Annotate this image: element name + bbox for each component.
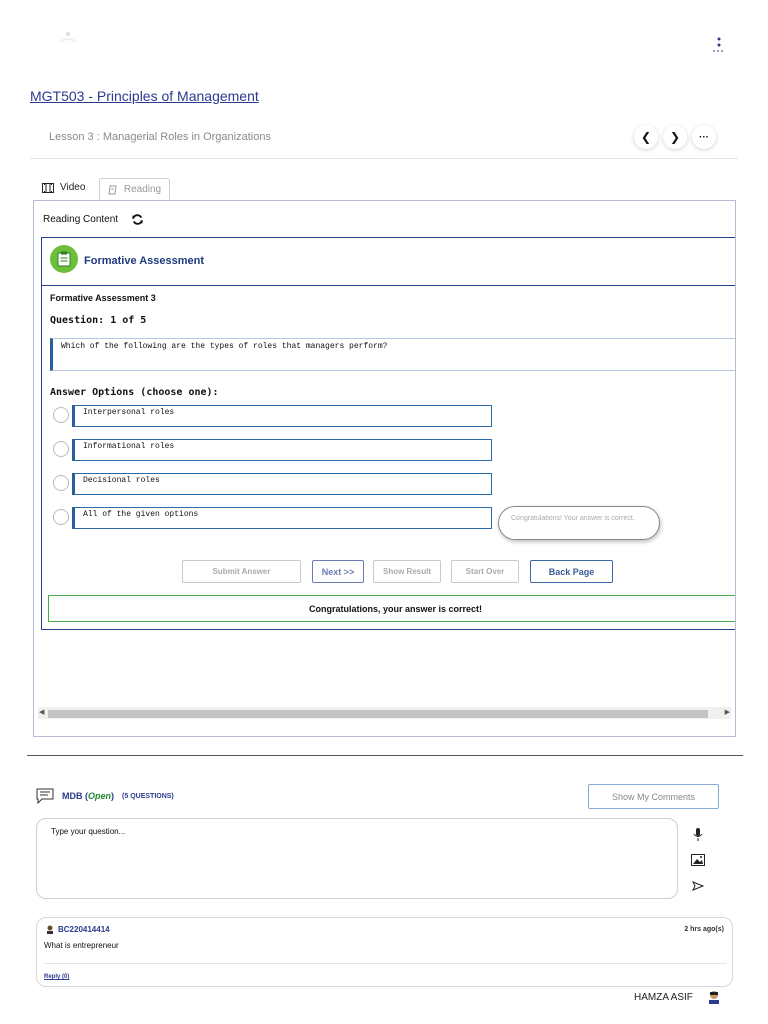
- user-menu-icon[interactable]: [712, 36, 726, 54]
- reading-frame: Reading Content Formative Assessment For…: [33, 200, 736, 737]
- reading-content-label: Reading Content: [43, 214, 119, 225]
- clipboard-icon: [50, 245, 78, 273]
- current-user-name: HAMZA ASIF: [634, 992, 693, 1003]
- question-number: Question: 1 of 5: [50, 315, 147, 326]
- assessment-title: Formative Assessment: [84, 255, 205, 267]
- scroll-right-icon[interactable]: ▶: [725, 708, 730, 716]
- more-options-button[interactable]: ···: [692, 125, 716, 149]
- assessment-subtitle: Formative Assessment 3: [50, 293, 156, 303]
- post-time: 2 hrs ago(s): [684, 926, 724, 933]
- lesson-title: Lesson 3 : Managerial Roles in Organizat…: [49, 131, 271, 143]
- scrollbar-thumb[interactable]: [48, 710, 708, 718]
- start-over-button[interactable]: Start Over: [451, 560, 519, 583]
- option-radio-1[interactable]: [53, 407, 69, 423]
- user-avatar-icon: [47, 925, 53, 934]
- book-icon: [108, 185, 117, 194]
- option-1[interactable]: Interpersonal roles: [72, 405, 492, 427]
- option-2[interactable]: Informational roles: [72, 439, 492, 461]
- question-input[interactable]: Type your question...: [36, 818, 678, 899]
- chevron-left-icon: ❮: [640, 130, 652, 144]
- mdb-status: Open: [88, 791, 112, 801]
- post-divider: [44, 963, 727, 964]
- image-upload-icon[interactable]: [690, 852, 706, 868]
- back-page-button[interactable]: Back Page: [530, 560, 613, 583]
- discussion-post: BC220414414 2 hrs ago(s) What is entrepr…: [36, 917, 733, 987]
- tab-video[interactable]: Video: [42, 182, 85, 193]
- comment-icon: [36, 788, 54, 804]
- header-divider: [30, 158, 738, 159]
- microphone-icon[interactable]: [690, 826, 706, 842]
- mdb-question-count: (5 QUESTIONS): [122, 792, 174, 800]
- film-icon: [42, 182, 54, 193]
- assessment-panel: Formative Assessment Formative Assessmen…: [41, 237, 735, 630]
- mdb-header: MDB (Open) (5 QUESTIONS): [36, 788, 174, 804]
- answer-options-label: Answer Options (choose one):: [50, 387, 219, 398]
- option-4[interactable]: All of the given options: [72, 507, 492, 529]
- user-avatar-icon[interactable]: [707, 990, 721, 1004]
- mdb-label: MDB: [62, 791, 83, 801]
- tab-reading[interactable]: Reading: [99, 178, 170, 200]
- horizontal-scrollbar[interactable]: ◀ ▶: [38, 707, 731, 719]
- option-radio-4[interactable]: [53, 509, 69, 525]
- answer-feedback-tooltip: Congratulations! Your answer is correct.: [498, 506, 660, 540]
- post-text: What is entrepreneur: [44, 941, 119, 950]
- option-3[interactable]: Decisional roles: [72, 473, 492, 495]
- chevron-right-icon: ❯: [669, 130, 681, 144]
- option-radio-3[interactable]: [53, 475, 69, 491]
- send-icon[interactable]: [690, 878, 706, 894]
- more-icon: ···: [699, 131, 709, 143]
- next-button[interactable]: Next >>: [312, 560, 364, 583]
- result-message: Congratulations, your answer is correct!: [48, 595, 735, 622]
- refresh-icon[interactable]: [132, 214, 144, 225]
- site-logo[interactable]: [40, 28, 100, 56]
- post-author-name: BC220414414: [58, 925, 110, 934]
- previous-lesson-button[interactable]: ❮: [634, 125, 658, 149]
- scroll-left-icon[interactable]: ◀: [39, 708, 44, 716]
- tab-reading-label: Reading: [123, 184, 162, 195]
- option-radio-2[interactable]: [53, 441, 69, 457]
- reading-content-header: Reading Content: [43, 214, 144, 225]
- show-result-button[interactable]: Show Result: [373, 560, 441, 583]
- question-text: Which of the following are the types of …: [50, 338, 735, 371]
- next-lesson-button[interactable]: ❯: [663, 125, 687, 149]
- submit-answer-button[interactable]: Submit Answer: [182, 560, 301, 583]
- assessment-header: Formative Assessment: [42, 238, 735, 286]
- reply-link[interactable]: Reply (0): [44, 974, 69, 980]
- section-divider: [27, 755, 743, 756]
- post-author[interactable]: BC220414414: [46, 925, 110, 934]
- show-my-comments-button[interactable]: Show My Comments: [588, 784, 719, 809]
- course-title-link[interactable]: MGT503 - Principles of Management: [30, 88, 259, 104]
- tab-video-label: Video: [60, 182, 86, 193]
